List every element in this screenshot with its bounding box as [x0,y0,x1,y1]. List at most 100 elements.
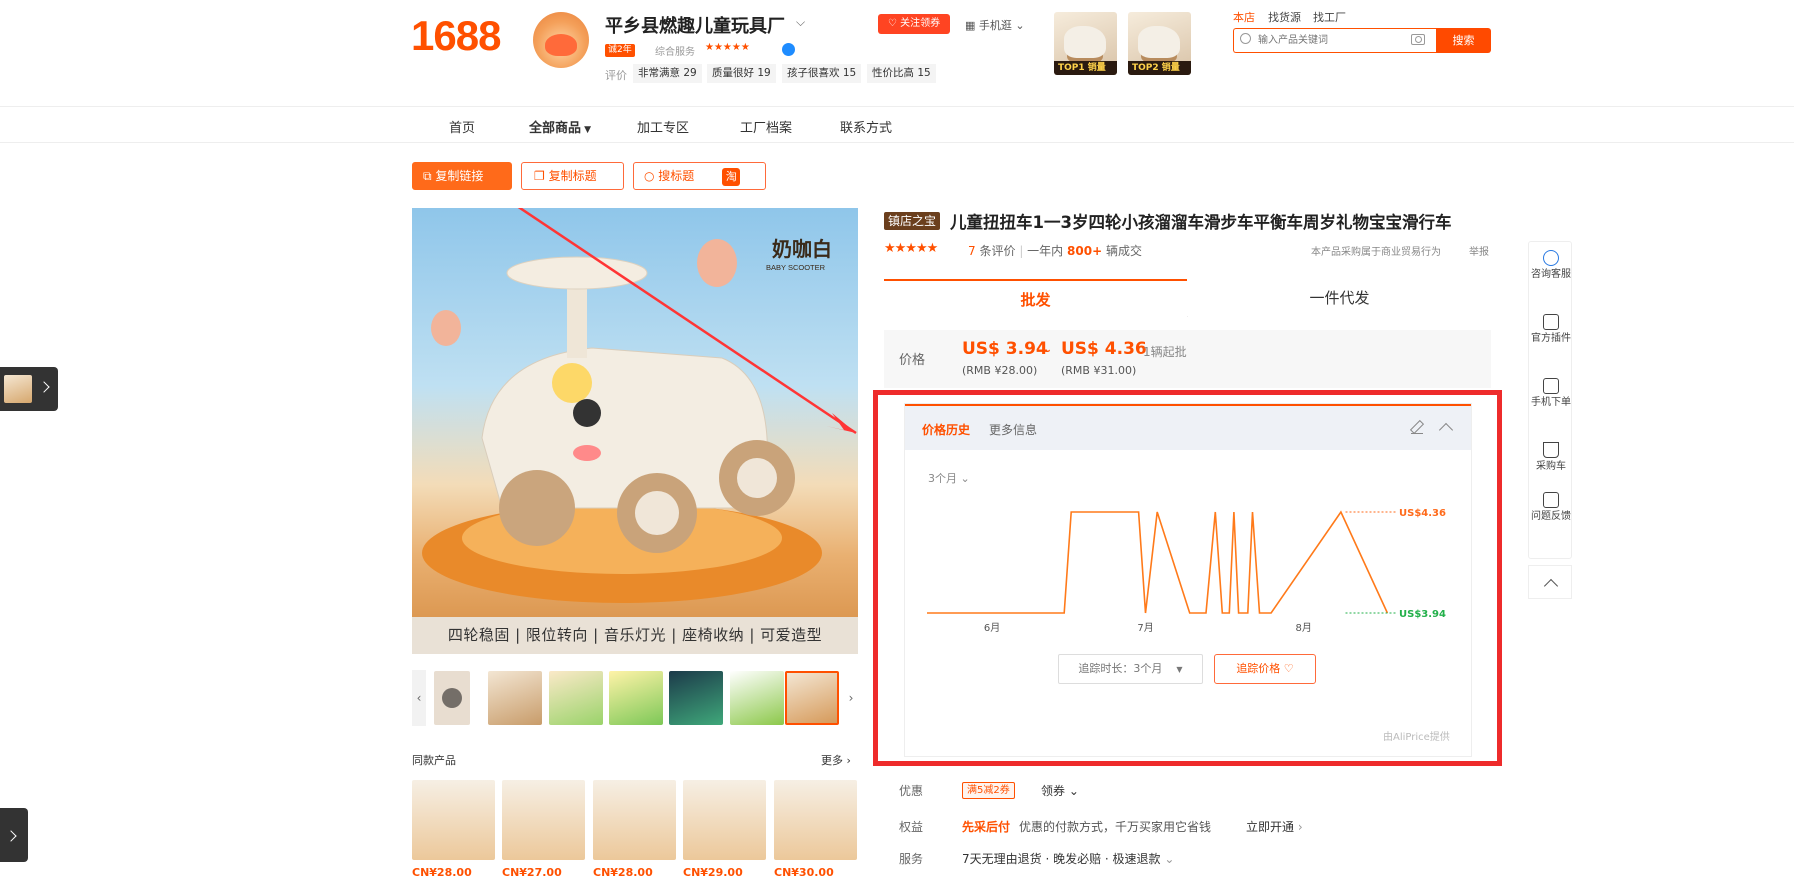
tab-wholesale[interactable]: 批发 [884,279,1187,317]
search-tab-factories[interactable]: 找工厂 [1313,9,1346,25]
play-icon [442,688,462,708]
same-product-card[interactable] [683,780,766,860]
track-price-button[interactable]: 追踪价格 ♡ [1214,654,1316,684]
same-product-price: CN¥30.00 [774,866,834,879]
track-duration-select[interactable]: 追踪时长：3个月 ▼ [1058,654,1203,684]
tab-price-history[interactable]: 价格历史 [922,421,970,438]
price-label: 价格 [899,353,926,368]
search-title-label: 搜标题 [658,169,695,183]
sold-count: 800+ [1067,244,1103,258]
mobile-label: 手机逛 [978,19,1012,32]
search-tab-sources[interactable]: 找货源 [1268,9,1301,25]
side-feedback[interactable]: 问题反馈 [1529,492,1573,524]
floating-expand-tab[interactable] [0,808,28,862]
same-products-more-link[interactable]: 更多 › [821,752,851,768]
chevron-right-icon: › [1294,820,1303,834]
search-button[interactable]: 搜索 [1436,28,1491,53]
image-caption: 四轮稳固 | 限位转向 | 音乐灯光 | 座椅收纳 | 可爱造型 [412,617,858,654]
shop-name[interactable]: 平乡县燃趣儿童玩具厂 [605,12,785,38]
tab-dropship[interactable]: 一件代发 [1188,279,1491,317]
review-count[interactable]: 7 [968,244,976,258]
thumbnail[interactable] [488,671,542,725]
camera-icon[interactable] [1411,34,1425,45]
side-mobile-order[interactable]: 手机下单 [1529,378,1573,410]
wheel-hub [635,491,679,535]
caret-down-icon: ▼ [581,125,592,135]
edit-icon [1543,492,1559,508]
thumbnail[interactable] [549,671,603,725]
chevron-down-icon[interactable]: ⌵ [796,15,805,30]
service-rating-stars: ★★★★★ [705,42,750,53]
same-product-card[interactable] [593,780,676,860]
chevron-left-icon[interactable]: ‹ [412,670,426,726]
chart-series-group [927,510,1396,614]
thumbnail[interactable] [609,671,663,725]
side-label: 官方插件 [1531,333,1571,344]
eval-tag: 性价比高 15 [867,64,936,83]
same-product-price: CN¥28.00 [412,866,472,879]
car-image [1138,26,1180,58]
nav-label: 全部商品 [529,121,582,136]
search-tab-this-store[interactable]: 本店 [1233,9,1255,25]
side-customer-service[interactable]: 咨询客服 [1529,250,1573,282]
main-product-image[interactable]: 奶咖白 BABY SCOOTER [412,208,858,654]
copy-link-label: 复制链接 [435,169,484,183]
edit-icon[interactable] [1411,422,1423,434]
price-history-chart: US$4.36 US$3.94 6月 7月 8月 [927,508,1446,634]
same-product-card[interactable] [774,780,857,860]
nav-all-products[interactable]: 全部商品 ▼ [529,117,591,136]
activate-benefit-link[interactable]: 立即开通 › [1246,818,1303,835]
light-glow [552,363,592,403]
chevron-up-icon[interactable] [1438,422,1454,438]
chevron-right-icon[interactable]: › [844,670,858,726]
chevron-right-icon [38,381,50,393]
caret-down-icon: ▼ [1176,665,1183,674]
nav-contact[interactable]: 联系方式 [840,117,892,136]
price-high: US$ 4.36 [1061,339,1147,359]
search-input[interactable] [1258,31,1408,49]
nav-processing[interactable]: 加工专区 [637,117,689,136]
thumbnail[interactable] [730,671,784,725]
same-product-price: CN¥29.00 [683,866,743,879]
info-dot-icon[interactable] [782,43,795,56]
nav-factory-profile[interactable]: 工厂档案 [740,117,792,136]
product-title: 儿童扭扭车1一3岁四轮小孩溜溜车滑步车平衡车周岁礼物宝宝滑行车 [950,213,1452,232]
tab-more-info[interactable]: 更多信息 [989,421,1037,438]
service-guarantees[interactable]: 7天无理由退货 · 晚发必赔 · 极速退款 ⌄ [962,850,1174,867]
top-seller-thumb-1[interactable]: TOP1 销量 [1054,12,1117,75]
back-to-top-button[interactable] [1528,565,1572,599]
product-illustration: 奶咖白 BABY SCOOTER [422,208,857,603]
thumbnail[interactable] [669,671,723,725]
mobile-browse-link[interactable]: ▦ 手机逛 ⌄ [965,17,1025,33]
report-link[interactable]: 举报 [1469,243,1489,258]
review-suffix[interactable]: 条评价 [979,244,1015,258]
years-badge: 诚2年 [605,44,635,57]
heart-icon: ♡ [887,18,901,29]
thumbnail-selected[interactable] [785,671,839,725]
floating-preview-tab[interactable] [0,367,58,411]
shop-avatar[interactable] [533,12,589,68]
same-product-card[interactable] [412,780,495,860]
eval-tag: 非常满意 29 [633,64,702,83]
same-product-card[interactable] [502,780,585,860]
site-logo[interactable]: 1688 [411,12,501,60]
year-label: 一年内 [1027,244,1064,258]
taobao-badge: 淘 [722,168,741,186]
side-cart[interactable]: 采购车 [1529,442,1573,474]
search-title-button[interactable]: ○ 搜标题 淘 [633,162,766,190]
search-icon [1240,33,1251,44]
coupon-tag[interactable]: 满5减2券 [962,782,1015,799]
follow-coupon-button[interactable]: ♡ 关注领券 [878,14,950,34]
copy-link-button[interactable]: ⧉ 复制链接 [412,162,512,190]
thumbnail-video[interactable] [434,671,470,725]
coupon-link-label: 领券 [1041,784,1066,798]
search-icon: ○ [644,169,659,183]
floating-preview-thumbnail [4,375,32,403]
get-coupon-link[interactable]: 领券 ⌄ [1041,782,1079,799]
chevron-right-icon: › [843,754,851,767]
top-seller-thumb-2[interactable]: TOP2 销量 [1128,12,1191,75]
side-plugin[interactable]: 官方插件 [1529,314,1573,346]
copy-title-button[interactable]: ❐ 复制标题 [521,162,624,190]
nav-home[interactable]: 首页 [449,117,475,136]
service-label: 综合服务 [655,47,695,58]
